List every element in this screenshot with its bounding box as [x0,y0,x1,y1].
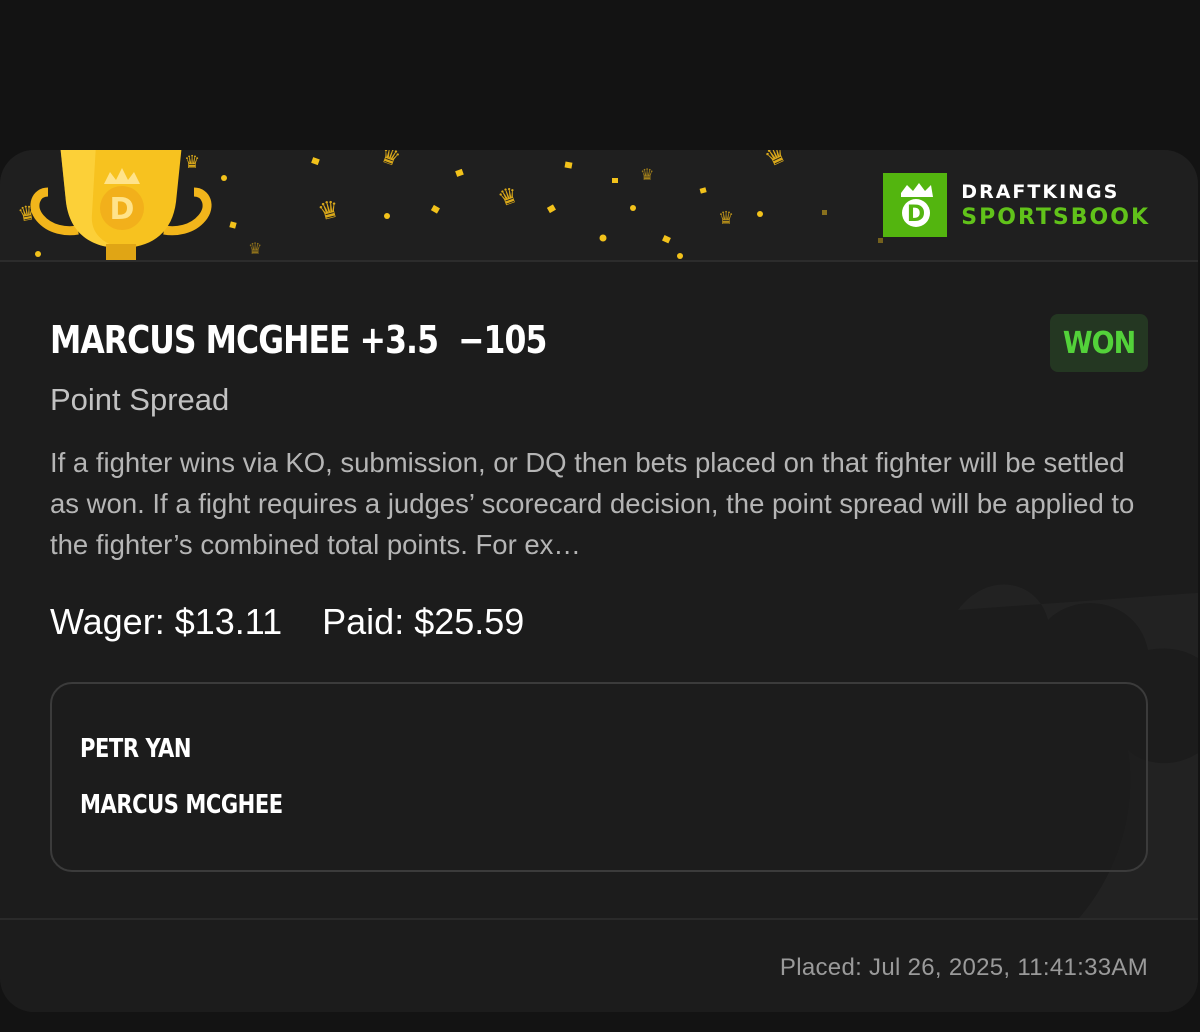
svg-text:♛: ♛ [248,239,262,258]
trophy-icon: D [30,150,212,260]
status-badge: WON [1050,314,1148,372]
bet-title: MARCUS MCGHEE +3.5 −105 [50,318,547,362]
page: ♛ ♛ ♛ ♛ ♛ ♛ ♛ ♛ ♛ D D DRAFTKINGS SPORTSB… [0,0,1200,1032]
fighter-name: MARCUS MCGHEE [80,790,283,820]
svg-text:D: D [110,192,135,227]
celebration-banner: ♛ ♛ ♛ ♛ ♛ ♛ ♛ ♛ ♛ D D DRAFTKINGS SPORTSB… [0,150,1198,262]
matchup-box[interactable]: PETR YAN MARCUS MCGHEE [50,682,1148,872]
fighter-name: PETR YAN [80,734,192,764]
bet-amounts: Wager: $13.11 Paid: $25.59 [50,601,524,643]
brand-name-sportsbook: SPORTSBOOK [961,205,1150,230]
placed-timestamp: Placed: Jul 26, 2025, 11:41:33AM [779,954,1148,981]
svg-text:♛: ♛ [718,208,734,229]
brand-name-draftkings: DRAFTKINGS [961,181,1120,203]
svg-text:♛: ♛ [495,182,522,212]
bet-footer: Placed: Jul 26, 2025, 11:41:33AM [0,918,1198,1012]
svg-text:♛: ♛ [760,150,791,173]
svg-text:♛: ♛ [640,165,654,184]
wager-amount: Wager: $13.11 [50,601,283,642]
svg-text:♛: ♛ [315,194,343,227]
svg-text:D: D [907,202,925,227]
bet-card[interactable]: ♛ ♛ ♛ ♛ ♛ ♛ ♛ ♛ ♛ D D DRAFTKINGS SPORTSB… [0,150,1198,1012]
draftkings-crown-d-logo: D [883,173,948,237]
svg-text:♛: ♛ [376,150,403,173]
draftkings-sportsbook-brand: D DRAFTKINGS SPORTSBOOK [883,173,1150,237]
rule-description[interactable]: If a fighter wins via KO, submission, or… [50,442,1150,565]
paid-amount: Paid: $25.59 [322,601,525,642]
crown-d-icon: D [901,183,934,227]
market-type: Point Spread [50,382,230,417]
